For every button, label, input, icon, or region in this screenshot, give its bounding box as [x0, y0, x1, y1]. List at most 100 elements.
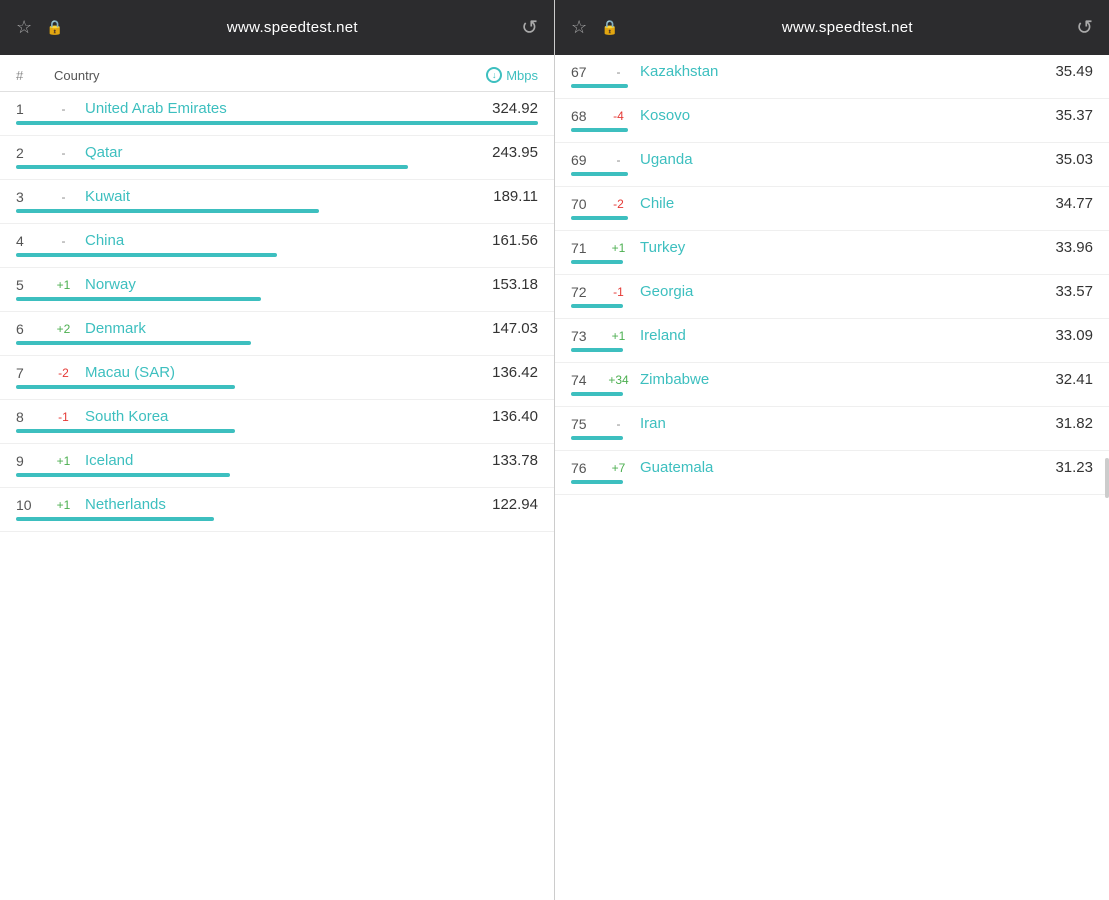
table-row: 68 -4 Kosovo 35.37 [555, 99, 1109, 143]
rank-change: - [601, 417, 636, 431]
rank-number: 8 [16, 409, 46, 425]
right-lock-icon: 🔒 [601, 19, 618, 36]
scrollbar[interactable] [1105, 458, 1109, 498]
speed-bar [571, 128, 628, 132]
bar-container [571, 80, 1093, 94]
speed-bar [16, 209, 319, 213]
rank-change: +2 [46, 322, 81, 336]
right-browser-left-icons: ☆ 🔒 [571, 17, 619, 38]
speed-value: 35.37 [1055, 107, 1093, 124]
country-name[interactable]: China [81, 232, 492, 249]
country-name[interactable]: Iran [636, 415, 1055, 432]
country-name[interactable]: Denmark [81, 320, 492, 337]
left-table: 1 - United Arab Emirates 324.92 2 - Qata… [0, 92, 554, 532]
rank-change: - [46, 234, 81, 248]
speed-value: 33.09 [1055, 327, 1093, 344]
country-name[interactable]: Kazakhstan [636, 63, 1055, 80]
country-name[interactable]: Norway [81, 276, 492, 293]
bar-container [571, 432, 1093, 446]
speed-bar [16, 165, 408, 169]
rank-number: 1 [16, 101, 46, 117]
rank-number: 6 [16, 321, 46, 337]
table-row: 9 +1 Iceland 133.78 [0, 444, 554, 488]
country-name[interactable]: Netherlands [81, 496, 492, 513]
speed-bar [571, 84, 628, 88]
country-name[interactable]: Zimbabwe [636, 371, 1055, 388]
rank-change: -1 [601, 285, 636, 299]
right-browser-bar: ☆ 🔒 www.speedtest.net ↺ [555, 0, 1109, 55]
rank-change: - [601, 153, 636, 167]
country-name[interactable]: United Arab Emirates [81, 100, 492, 117]
speed-bar [571, 348, 623, 352]
rank-change: +34 [601, 373, 636, 387]
speed-value: 35.49 [1055, 63, 1093, 80]
rank-change: +1 [601, 241, 636, 255]
left-browser-left-icons: ☆ 🔒 [16, 17, 64, 38]
table-row: 74 +34 Zimbabwe 32.41 [555, 363, 1109, 407]
speed-value: 31.23 [1055, 459, 1093, 476]
speed-value: 161.56 [492, 232, 538, 249]
bar-container [571, 344, 1093, 358]
country-name[interactable]: Turkey [636, 239, 1055, 256]
download-icon: ↓ [486, 67, 502, 83]
bar-container [571, 476, 1093, 490]
rank-change: - [46, 102, 81, 116]
table-row: 8 -1 South Korea 136.40 [0, 400, 554, 444]
speed-bar [16, 517, 214, 521]
country-name[interactable]: Kosovo [636, 107, 1055, 124]
table-row: 5 +1 Norway 153.18 [0, 268, 554, 312]
right-star-icon[interactable]: ☆ [571, 17, 587, 38]
left-star-icon[interactable]: ☆ [16, 17, 32, 38]
speed-value: 33.96 [1055, 239, 1093, 256]
table-row: 75 - Iran 31.82 [555, 407, 1109, 451]
speed-bar [16, 121, 538, 125]
country-name[interactable]: Kuwait [81, 188, 493, 205]
country-name[interactable]: Ireland [636, 327, 1055, 344]
speed-value: 189.11 [493, 188, 538, 205]
right-url-bar[interactable]: www.speedtest.net [782, 19, 913, 36]
left-refresh-icon[interactable]: ↺ [521, 15, 538, 40]
speed-bar [571, 392, 623, 396]
rank-change: -2 [46, 366, 81, 380]
country-name[interactable]: Georgia [636, 283, 1055, 300]
bar-container [16, 337, 538, 351]
country-name[interactable]: Qatar [81, 144, 492, 161]
rank-number: 68 [571, 108, 601, 124]
speed-bar [571, 172, 628, 176]
rank-change: - [46, 190, 81, 204]
rank-change: -1 [46, 410, 81, 424]
bar-container [16, 469, 538, 483]
rank-change: +1 [46, 278, 81, 292]
right-panel: ☆ 🔒 www.speedtest.net ↺ 67 - Kazakhstan … [554, 0, 1109, 900]
right-content: 67 - Kazakhstan 35.49 68 -4 Kosovo 35.37… [555, 55, 1109, 900]
country-name[interactable]: Macau (SAR) [81, 364, 492, 381]
table-header: # Country ↓ Mbps [0, 55, 554, 92]
table-row: 72 -1 Georgia 33.57 [555, 275, 1109, 319]
country-name[interactable]: Iceland [81, 452, 492, 469]
country-name[interactable]: Guatemala [636, 459, 1055, 476]
right-refresh-icon[interactable]: ↺ [1076, 15, 1093, 40]
left-browser-bar: ☆ 🔒 www.speedtest.net ↺ [0, 0, 554, 55]
country-name[interactable]: South Korea [81, 408, 492, 425]
rank-number: 7 [16, 365, 46, 381]
header-mbps: ↓ Mbps [486, 67, 538, 83]
speed-bar [16, 341, 251, 345]
country-name[interactable]: Uganda [636, 151, 1055, 168]
speed-value: 33.57 [1055, 283, 1093, 300]
speed-bar [16, 253, 277, 257]
header-country: Country [46, 68, 486, 83]
speed-value: 153.18 [492, 276, 538, 293]
rank-number: 5 [16, 277, 46, 293]
country-name[interactable]: Chile [636, 195, 1055, 212]
table-row: 71 +1 Turkey 33.96 [555, 231, 1109, 275]
speed-value: 31.82 [1055, 415, 1093, 432]
rank-number: 72 [571, 284, 601, 300]
speed-value: 136.42 [492, 364, 538, 381]
rank-number: 3 [16, 189, 46, 205]
speed-value: 147.03 [492, 320, 538, 337]
bar-container [571, 300, 1093, 314]
rank-number: 71 [571, 240, 601, 256]
left-url-bar[interactable]: www.speedtest.net [227, 19, 358, 36]
bar-container [571, 212, 1093, 226]
left-content: # Country ↓ Mbps 1 - United Arab Emirate… [0, 55, 554, 900]
